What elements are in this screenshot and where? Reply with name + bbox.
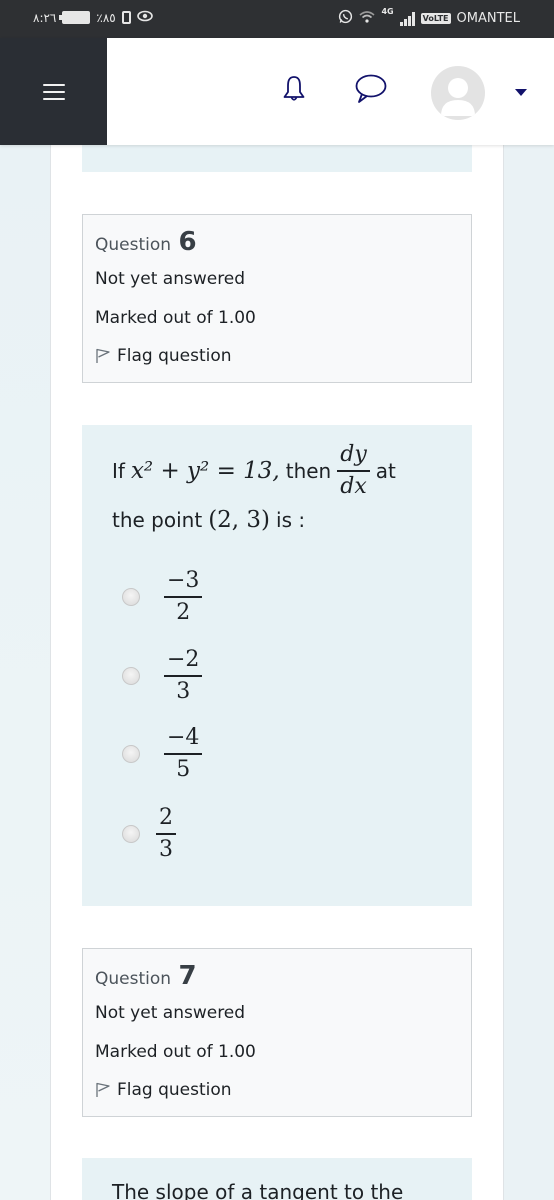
flag-question-link[interactable]: Flag question [95, 1080, 232, 1100]
question-grade: Marked out of 1.00 [95, 1042, 256, 1062]
question-text-then: then [285, 458, 332, 483]
fraction-bar [156, 833, 176, 835]
question-state: Not yet answered [95, 269, 246, 289]
question-text-at: at [375, 458, 396, 483]
flag-question-label: Flag question [117, 1080, 232, 1100]
question-text-line-2: the point (2, 3) is : [112, 507, 305, 533]
whatsapp-icon [338, 9, 353, 28]
answer-radio[interactable] [122, 587, 140, 606]
page-background-left [0, 145, 50, 1200]
user-menu-caret-down-icon[interactable] [515, 89, 527, 96]
answer-denominator: 3 [159, 836, 173, 862]
signal-icon [399, 11, 415, 26]
question-label: Question [95, 969, 172, 989]
previous-question-content [82, 145, 472, 172]
answer-option-a[interactable]: −3 2 [122, 568, 203, 625]
flag-icon [96, 1082, 110, 1097]
fraction-bar [337, 470, 370, 472]
eye-icon [136, 10, 153, 25]
answer-radio[interactable] [122, 744, 140, 763]
fraction-bar [164, 753, 203, 755]
question-text-line-1: If x² + y² = 13, then dy dx at [112, 442, 396, 499]
question-number: Question 7 [95, 961, 197, 991]
battery-percent: ٪٨٥ [96, 10, 116, 25]
derivative-numerator: dy [340, 442, 367, 467]
question-equation: x² + y² = 13, [130, 457, 280, 484]
flag-question-label: Flag question [117, 346, 232, 366]
question-text-if: If [112, 458, 125, 483]
question-text: The slope of a tangent to the [112, 1180, 404, 1200]
notifications-button[interactable] [276, 73, 312, 109]
question-text-point: the point [112, 508, 203, 532]
volte-badge: VoLTE [420, 13, 451, 24]
user-avatar[interactable] [431, 66, 485, 120]
network-type: 4G [381, 7, 394, 16]
flag-icon [96, 348, 110, 363]
fraction-bar [164, 596, 203, 598]
answer-option-d[interactable]: 2 3 [122, 805, 176, 862]
question-text-is: is : [276, 508, 306, 532]
answer-numerator: −2 [167, 647, 200, 672]
answer-option-c[interactable]: −4 5 [122, 725, 203, 782]
question-number-value: 6 [178, 227, 197, 257]
clock: ٨:٢٦ [33, 10, 57, 25]
answer-radio[interactable] [122, 824, 140, 843]
answer-denominator: 2 [176, 599, 191, 625]
battery-icon [59, 11, 91, 24]
messages-button[interactable] [352, 73, 388, 109]
chat-bubble-icon [353, 73, 387, 109]
flag-question-link[interactable]: Flag question [95, 346, 232, 366]
answer-radio[interactable] [122, 666, 140, 685]
bell-icon [281, 74, 307, 108]
question-state: Not yet answered [95, 1003, 246, 1023]
derivative-fraction: dy dx [337, 442, 370, 499]
answer-fraction: 2 3 [156, 805, 176, 862]
status-bar: ٨:٢٦ ٪٨٥ 4G VoLTE OMANTEL [0, 0, 554, 38]
wifi-icon [359, 10, 375, 27]
question-point: (2, 3) [208, 507, 271, 533]
top-navbar [0, 38, 554, 145]
answer-fraction: −2 3 [164, 647, 203, 704]
fraction-bar [164, 675, 203, 677]
question-label: Question [95, 235, 172, 255]
answer-fraction: −4 5 [164, 725, 203, 782]
drawer-toggle-button[interactable] [0, 38, 107, 145]
question-number-value: 7 [178, 961, 197, 991]
answer-option-b[interactable]: −2 3 [122, 647, 203, 704]
question-grade: Marked out of 1.00 [95, 308, 256, 328]
answer-denominator: 5 [176, 756, 191, 782]
question-content-7: The slope of a tangent to the [82, 1158, 472, 1200]
answer-fraction: −3 2 [164, 568, 203, 625]
question-number: Question 6 [95, 227, 197, 257]
answer-denominator: 3 [176, 678, 191, 704]
avatar-icon [441, 78, 475, 116]
question-info-7: Question 7 Not yet answered Marked out o… [82, 948, 472, 1117]
question-info-6: Question 6 Not yet answered Marked out o… [82, 214, 472, 383]
answer-numerator: 2 [159, 805, 173, 830]
question-content-6: If x² + y² = 13, then dy dx at the point… [82, 425, 472, 906]
answer-numerator: −4 [167, 725, 200, 750]
derivative-denominator: dx [340, 473, 367, 499]
vibrate-icon [121, 11, 131, 24]
hamburger-icon [42, 83, 65, 100]
carrier-name: OMANTEL [456, 11, 520, 26]
answer-numerator: −3 [167, 568, 200, 593]
